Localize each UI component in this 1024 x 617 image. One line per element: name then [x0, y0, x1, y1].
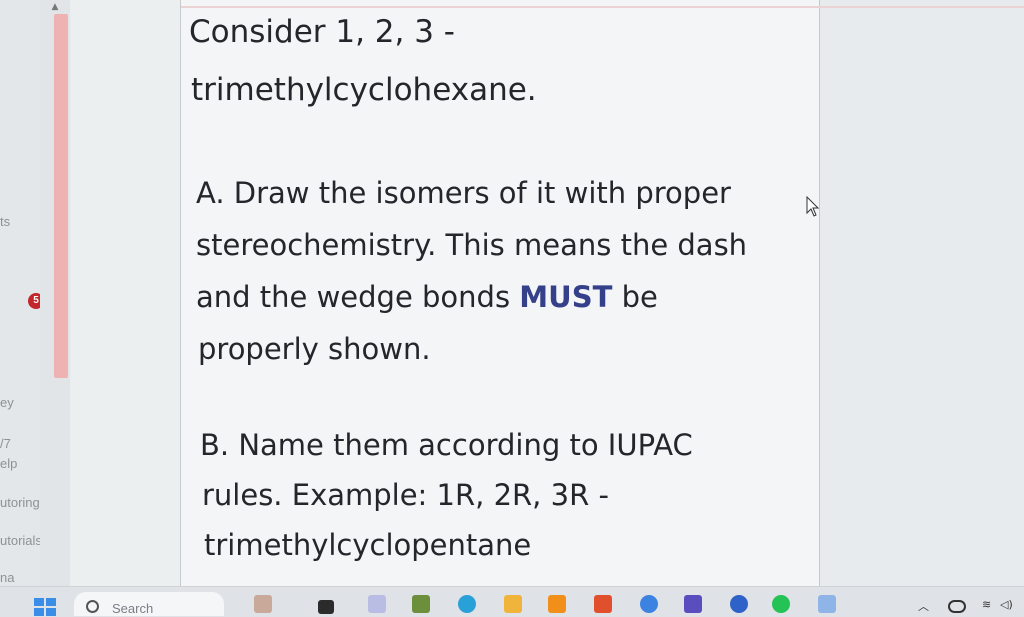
cloud-icon[interactable]	[948, 600, 966, 613]
volume-icon[interactable]: ◁)	[1000, 598, 1013, 611]
scroll-up-arrow-icon[interactable]: ▲	[40, 0, 70, 14]
part-b-line2: rules. Example: 1R, 2R, 3R -	[202, 478, 609, 512]
search-icon	[86, 600, 99, 613]
color-app-icon[interactable]	[730, 595, 748, 613]
wifi-icon[interactable]: ≋	[982, 598, 991, 611]
mouse-cursor-icon	[806, 196, 820, 217]
part-a-line2: stereochemistry. This means the dash	[196, 228, 748, 262]
sidebar-item-help[interactable]: elp	[0, 456, 17, 471]
part-a-line3-pre: and the wedge bonds	[196, 280, 520, 314]
part-a-line3: and the wedge bonds MUST be	[196, 280, 658, 314]
part-a-line4: properly shown.	[198, 332, 431, 366]
scrollbar-thumb[interactable]	[54, 14, 68, 378]
file-explorer-icon[interactable]	[318, 600, 334, 614]
question-title-line2: trimethylcyclohexane.	[191, 72, 537, 108]
store-icon[interactable]	[412, 595, 430, 613]
office-icon[interactable]	[594, 595, 612, 613]
edge-icon[interactable]	[458, 595, 476, 613]
right-column	[820, 0, 1024, 586]
photos-icon[interactable]	[818, 595, 836, 613]
sidebar-item-7[interactable]: na	[0, 570, 14, 585]
question-title-line1: Consider 1, 2, 3 -	[189, 14, 455, 50]
sidebar-item-tutorials[interactable]: utorials	[0, 533, 42, 548]
chevron-up-icon[interactable]: ︿	[918, 598, 929, 614]
chrome-icon[interactable]	[640, 595, 658, 613]
teams-icon[interactable]	[368, 595, 386, 613]
left-column	[70, 0, 181, 586]
widgets-icon[interactable]	[254, 595, 272, 613]
sidebar-item-1[interactable]: ts	[0, 214, 10, 229]
sidebar-item-2[interactable]: ey	[0, 395, 14, 410]
emphasis-must: MUST	[519, 280, 613, 314]
sidebar-item-3[interactable]: /7	[0, 436, 11, 451]
folder-icon[interactable]	[504, 595, 522, 613]
part-b-line3: trimethylcyclopentane	[204, 528, 532, 562]
proton-vpn-icon[interactable]	[684, 595, 702, 613]
top-divider	[181, 6, 1024, 8]
part-a-line1: A. Draw the isomers of it with proper	[196, 176, 731, 210]
search-placeholder[interactable]: Search	[112, 601, 153, 616]
part-b-line1: B. Name them according to IUPAC	[200, 428, 693, 462]
spotify-icon[interactable]	[772, 595, 790, 613]
orange-app-icon[interactable]	[548, 595, 566, 613]
windows-start-icon[interactable]	[34, 598, 56, 616]
sidebar-item-tutoring[interactable]: utoring	[0, 495, 40, 510]
part-a-line3-post: be	[612, 280, 658, 314]
